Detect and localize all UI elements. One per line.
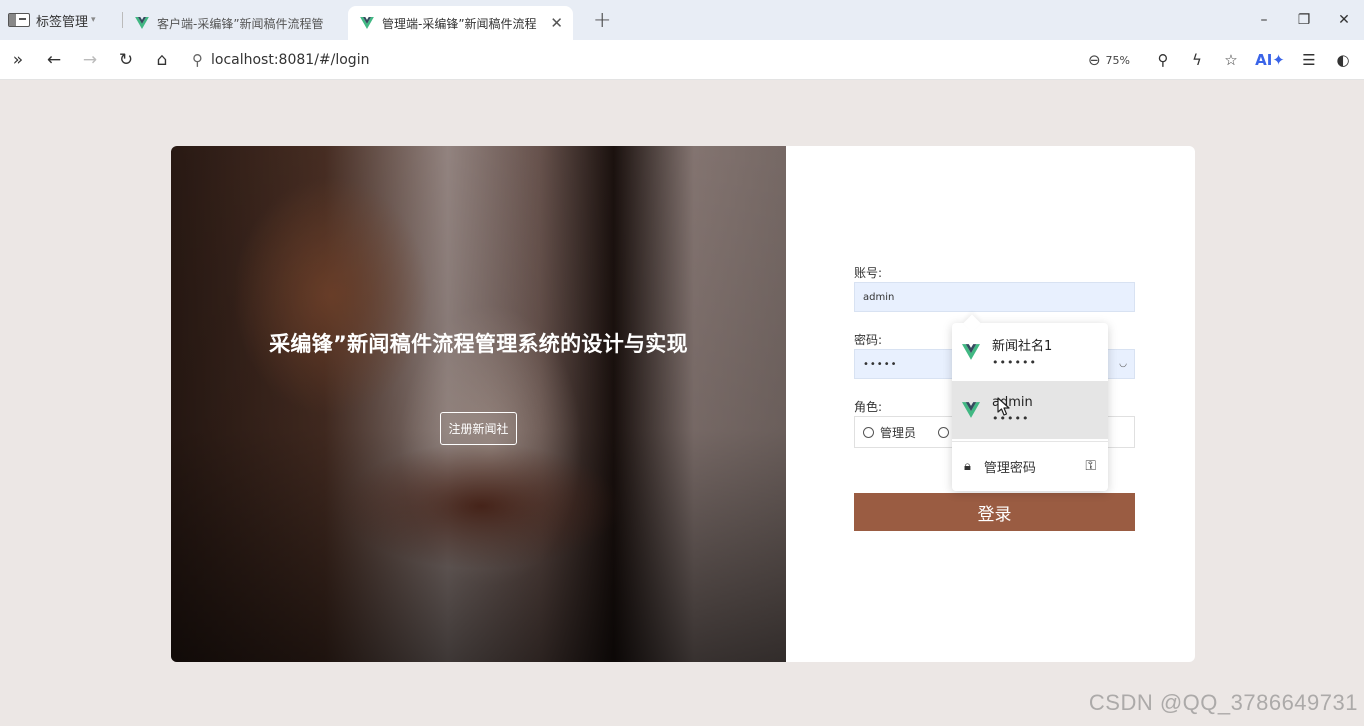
login-button[interactable]: 登录 <box>854 493 1135 531</box>
reload-icon[interactable]: ↻ <box>108 40 144 80</box>
radio-icon[interactable] <box>938 426 950 438</box>
forward-icon[interactable]: → <box>72 40 108 80</box>
zoom-indicator[interactable]: ⊖ 75% <box>1088 51 1130 69</box>
back-icon[interactable]: ← <box>36 40 72 80</box>
manage-passwords-label: 管理密码 <box>983 460 1036 476</box>
lock-icon: 🔒︎ <box>964 458 971 474</box>
password-autofill-popup: 新闻社名1 •••••• admin ••••• 🔒︎ 管理密码 ⚿ <box>952 323 1108 491</box>
minimize-button[interactable]: – <box>1244 0 1284 40</box>
tab-label: 客户端-采编锋”新闻稿件流程管 <box>157 16 324 31</box>
close-tab-icon[interactable]: ✕ <box>550 14 563 32</box>
search-icon: ⚲ <box>192 50 203 69</box>
tab-manager-button[interactable]: 标签管理 ▾ <box>0 0 122 40</box>
tab-admin[interactable]: 管理端-采编锋”新闻稿件流程 ✕ <box>348 6 573 40</box>
reading-list-icon[interactable]: ☰ <box>1292 51 1326 69</box>
pin-icon[interactable]: ⚲ <box>1146 51 1180 69</box>
tab-client[interactable]: 客户端-采编锋”新闻稿件流程管 <box>123 6 348 40</box>
saved-credential-item[interactable]: admin ••••• <box>952 381 1108 439</box>
zoom-out-icon: ⊖ <box>1087 51 1101 69</box>
register-agency-button[interactable]: 注册新闻社 <box>440 412 517 445</box>
tab-label: 管理端-采编锋”新闻稿件流程 <box>382 16 537 31</box>
address-bar: » ← → ↻ ⌂ ⚲ localhost:8081/#/login ⊖ 75%… <box>0 40 1364 80</box>
account-input[interactable]: admin <box>854 282 1135 312</box>
window-controls: – ❐ ✕ <box>1244 0 1364 40</box>
restore-button[interactable]: ❐ <box>1284 0 1324 40</box>
watermark: CSDN @QQ_3786649731 <box>1088 690 1358 715</box>
mouse-cursor-icon <box>997 397 1010 416</box>
eye-icon[interactable]: ◡ <box>1119 359 1128 369</box>
radio-icon[interactable] <box>863 426 874 438</box>
home-icon[interactable]: ⌂ <box>144 40 180 80</box>
sidebar-toggle-icon[interactable] <box>8 13 30 27</box>
ai-assistant-button[interactable]: AI✦ <box>1248 51 1292 69</box>
new-tab-button[interactable]: + <box>593 8 611 33</box>
expand-sidebar-icon[interactable]: » <box>0 40 36 80</box>
role-option-label: 管理员 <box>880 425 917 440</box>
vue-logo-icon <box>962 344 980 360</box>
vue-logo-icon <box>360 17 374 29</box>
zoom-level: 75% <box>1105 53 1130 67</box>
vue-logo-icon <box>135 17 149 29</box>
tab-manager-label: 标签管理 <box>36 14 89 30</box>
account-label: 账号: <box>854 266 883 280</box>
manage-passwords-item[interactable]: 🔒︎ 管理密码 ⚿ <box>952 442 1108 490</box>
key-icon: ⚿ <box>1085 458 1096 474</box>
browser-tab-strip: 标签管理 ▾ 客户端-采编锋”新闻稿件流程管 管理端-采编锋”新闻稿件流程 ✕ … <box>0 0 1364 40</box>
extensions-icon[interactable]: ◐ <box>1326 51 1360 69</box>
chevron-down-icon: ▾ <box>91 15 96 25</box>
toolbar-right: ⊖ 75% ⚲ ϟ ☆ AI✦ ☰ ◐ <box>1088 40 1360 80</box>
close-window-button[interactable]: ✕ <box>1324 0 1364 40</box>
url-text: localhost:8081/#/login <box>211 51 370 68</box>
hero-image <box>171 146 786 662</box>
credential-username: 新闻社名1 <box>992 339 1053 354</box>
lightning-icon[interactable]: ϟ <box>1180 51 1214 69</box>
password-value: ••••• <box>863 358 898 370</box>
role-option-admin[interactable]: 管理员 <box>863 424 916 441</box>
url-field[interactable]: ⚲ localhost:8081/#/login <box>192 51 1032 69</box>
star-icon[interactable]: ☆ <box>1214 51 1248 69</box>
credential-password-mask: •••••• <box>992 356 1037 369</box>
saved-credential-item[interactable]: 新闻社名1 •••••• <box>952 323 1108 381</box>
system-title: 采编锋”新闻稿件流程管理系统的设计与实现 <box>269 332 688 356</box>
vue-logo-icon <box>962 402 980 418</box>
